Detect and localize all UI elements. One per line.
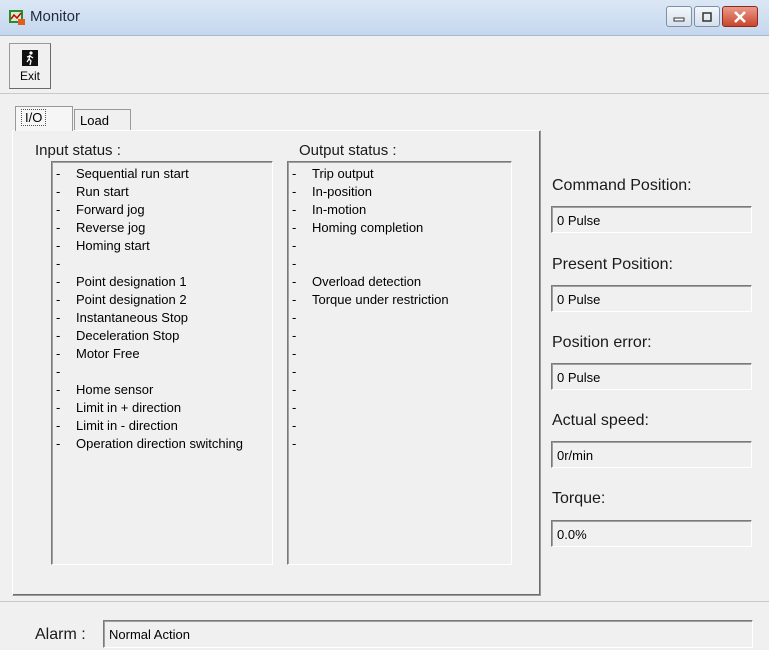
input-status-list: - Sequential run start - Run start - Forwar… [51, 161, 273, 565]
close-button[interactable] [722, 6, 758, 27]
torque-label: Torque: [552, 490, 606, 507]
tab-io[interactable]: I/O [15, 106, 73, 131]
present-position-label: Present Position: [552, 256, 673, 273]
list-item: - Point designation 1 [56, 274, 187, 289]
actual-speed-field: 0r/min [551, 441, 752, 468]
list-item: - [292, 346, 297, 361]
exit-button[interactable]: Exit [9, 43, 51, 89]
maximize-icon [702, 11, 712, 22]
position-error-label: Position error: [552, 334, 652, 351]
output-status-label: Output status : [299, 142, 397, 159]
minimize-button[interactable] [666, 6, 692, 27]
list-item: - Operation direction switching [56, 436, 243, 451]
list-item: - [56, 364, 61, 379]
toolbar: Exit [0, 37, 769, 94]
list-item: - Run start [56, 184, 129, 199]
list-item: - Limit in + direction [56, 400, 182, 415]
tab-load-label: Load [80, 113, 109, 128]
list-item: - Homing completion [292, 220, 424, 235]
list-item: - Instantaneous Stop [56, 310, 189, 325]
alarm-field: Normal Action [103, 620, 753, 648]
command-position-field: 0 Pulse [551, 206, 752, 233]
minimize-icon [673, 17, 685, 21]
list-item: - [292, 418, 297, 433]
list-item: - Torque under restriction [292, 292, 449, 307]
output-status-list: - Trip output - In-position - In-motion - Ho… [287, 161, 512, 565]
alarm-label: Alarm : [35, 626, 86, 643]
tab-load[interactable]: Load [74, 109, 131, 131]
close-icon [734, 10, 746, 23]
bottom-separator [0, 601, 769, 602]
list-item: - [56, 256, 61, 271]
present-position-field: 0 Pulse [551, 285, 752, 312]
list-item: - Trip output [292, 166, 374, 181]
torque-field: 0.0% [551, 520, 752, 547]
list-item: - In-position [292, 184, 372, 199]
list-item: - [292, 238, 297, 253]
monitor-app-icon [9, 10, 25, 25]
list-item: - [292, 400, 297, 415]
maximize-button[interactable] [694, 6, 720, 27]
list-item: - Deceleration Stop [56, 328, 180, 343]
position-error-field: 0 Pulse [551, 363, 752, 390]
list-item: - Overload detection [292, 274, 422, 289]
list-item: - [292, 436, 297, 451]
list-item: - [292, 364, 297, 379]
list-item: - Reverse jog [56, 220, 146, 235]
list-item: - [292, 382, 297, 397]
window-title: Monitor [30, 8, 81, 25]
list-item: - Home sensor [56, 382, 154, 397]
title-bar: Monitor [0, 0, 769, 36]
tab-io-label: I/O [21, 109, 47, 126]
list-item: - Sequential run start [56, 166, 189, 181]
command-position-label: Command Position: [552, 177, 692, 194]
list-item: - Forward jog [56, 202, 145, 217]
list-item: - In-motion [292, 202, 367, 217]
list-item: - Homing start [56, 238, 150, 253]
list-item: - [292, 328, 297, 343]
list-item: - Limit in - direction [56, 418, 178, 433]
exit-label: Exit [19, 69, 40, 83]
list-item: - [292, 310, 297, 325]
list-item: - Point designation 2 [56, 292, 187, 307]
exit-running-man-icon [22, 50, 38, 66]
list-item: - Motor Free [56, 346, 140, 361]
actual-speed-label: Actual speed: [552, 412, 649, 429]
input-status-label: Input status : [35, 142, 121, 159]
list-item: - [292, 256, 297, 271]
